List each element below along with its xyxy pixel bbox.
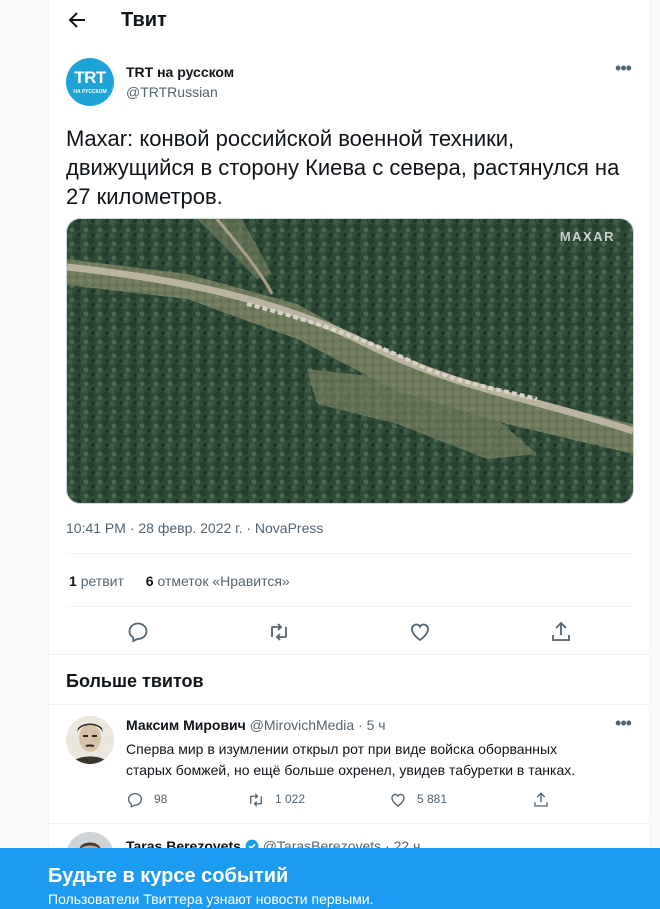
banner-subtitle: Пользователи Твиттера узнают новости пер… xyxy=(48,891,374,907)
reply-author[interactable]: Максим Мирович @MirovichMedia · 5 ч xyxy=(126,717,386,733)
retweet-label: ретвит xyxy=(80,573,124,589)
reply-icon xyxy=(127,792,143,808)
reply-icon[interactable] xyxy=(126,620,150,644)
avatar-logo-subtext: НА РУССКОМ xyxy=(73,89,107,95)
divider xyxy=(66,553,632,554)
tweet-timestamp[interactable]: 10:41 PM · 28 февр. 2022 г. · NovaPress xyxy=(66,520,323,536)
more-options-icon[interactable]: ••• xyxy=(613,714,633,737)
satellite-image: MAXAR xyxy=(67,219,633,503)
tweet-text: Maxar: конвой российской военной техники… xyxy=(66,126,620,209)
retweet-stat[interactable]: 1 ретвит xyxy=(69,573,124,589)
tweet-stats: 1 ретвит 6 отметок «Нравится» xyxy=(69,573,290,589)
divider xyxy=(49,704,649,705)
image-watermark: MAXAR xyxy=(560,229,615,244)
signup-banner: Будьте в курсе событий Пользователи Твит… xyxy=(0,848,660,909)
reply-time: · 5 ч xyxy=(358,717,386,733)
reply-retweets-count: 1 022 xyxy=(275,792,306,807)
reply-avatar[interactable] xyxy=(66,716,114,764)
back-arrow-icon[interactable] xyxy=(65,8,89,32)
tweet-column: Твит TRT НА РУССКОМ TRT на русском @TRTR… xyxy=(48,0,650,909)
reply-share-action[interactable] xyxy=(532,791,560,809)
portrait-image xyxy=(66,716,114,764)
top-bar: Твит xyxy=(49,0,649,42)
retweet-icon[interactable] xyxy=(267,620,291,644)
reply-author-handle: @MirovichMedia xyxy=(249,717,355,733)
reply-author-name: Максим Мирович xyxy=(126,717,246,733)
reply-text: Сперва мир в изумлении открыл рот при ви… xyxy=(126,741,576,778)
reply-replies-action[interactable]: 98 xyxy=(126,791,167,809)
retweet-count: 1 xyxy=(69,573,77,589)
tweet-image[interactable]: MAXAR xyxy=(66,218,634,504)
reply-likes-count: 5 881 xyxy=(417,792,448,807)
like-heart-icon[interactable] xyxy=(408,620,432,644)
like-label: отметок «Нравится» xyxy=(157,573,290,589)
like-heart-icon xyxy=(391,793,405,807)
author-avatar[interactable]: TRT НА РУССКОМ xyxy=(66,58,114,106)
reply-replies-count: 98 xyxy=(154,792,168,807)
share-icon xyxy=(534,792,548,807)
author-handle[interactable]: @TRTRussian xyxy=(126,84,218,100)
like-stat[interactable]: 6 отметок «Нравится» xyxy=(146,573,290,589)
more-tweets-heading: Больше твитов xyxy=(66,671,204,691)
divider xyxy=(66,606,632,607)
share-icon[interactable] xyxy=(549,620,573,644)
banner-title: Будьте в курсе событий xyxy=(48,865,289,887)
author-name[interactable]: TRT на русском xyxy=(126,64,234,80)
divider xyxy=(49,823,649,824)
more-options-icon[interactable]: ••• xyxy=(613,59,633,82)
avatar-logo-text: TRT xyxy=(74,68,106,87)
divider xyxy=(49,654,649,655)
like-count: 6 xyxy=(145,573,154,589)
reply-retweets-action[interactable]: 1 022 xyxy=(247,791,305,809)
reply-likes-action[interactable]: 5 881 xyxy=(389,791,447,809)
page-title: Твит xyxy=(121,9,167,31)
retweet-icon xyxy=(250,793,262,807)
